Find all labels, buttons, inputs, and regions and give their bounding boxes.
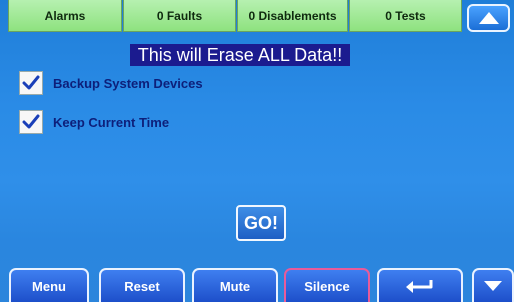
mute-button[interactable]: Mute [192, 268, 278, 302]
faults-tab-label: 0 Faults [156, 8, 203, 23]
faults-tab[interactable]: 0 Faults [123, 0, 236, 32]
triangle-down-icon [484, 281, 502, 291]
triangle-up-icon [478, 12, 499, 24]
check-icon [22, 114, 40, 129]
go-button[interactable]: GO! [236, 205, 286, 241]
keep-time-label: Keep Current Time [53, 114, 170, 130]
alarms-tab-label: Alarms [44, 8, 86, 23]
backup-system-devices-option[interactable]: Backup System Devices [19, 71, 203, 95]
keep-current-time-option[interactable]: Keep Current Time [19, 110, 169, 134]
status-bar: Alarms 0 Faults 0 Disablements 0 Tests [0, 0, 514, 34]
scroll-down-button[interactable] [472, 268, 514, 302]
disablements-tab[interactable]: 0 Disablements [237, 0, 348, 32]
check-icon [22, 75, 40, 90]
tests-tab[interactable]: 0 Tests [349, 0, 462, 32]
alarms-tab[interactable]: Alarms [8, 0, 122, 32]
keep-time-checkbox[interactable] [19, 110, 43, 134]
enter-button[interactable] [377, 268, 463, 302]
tests-tab-label: 0 Tests [385, 8, 426, 23]
backup-label: Backup System Devices [53, 75, 203, 91]
silence-button[interactable]: Silence [284, 268, 370, 302]
mute-label: Mute [219, 278, 251, 294]
backup-checkbox[interactable] [19, 71, 43, 95]
menu-button[interactable]: Menu [9, 268, 89, 302]
reset-button[interactable]: Reset [99, 268, 185, 302]
return-arrow-icon [406, 280, 433, 293]
reset-label: Reset [124, 278, 160, 294]
erase-warning: This will Erase ALL Data!! [130, 44, 350, 66]
silence-label: Silence [304, 278, 350, 294]
scroll-up-button[interactable] [467, 4, 510, 32]
disablements-tab-label: 0 Disablements [248, 8, 337, 23]
menu-label: Menu [32, 278, 66, 294]
